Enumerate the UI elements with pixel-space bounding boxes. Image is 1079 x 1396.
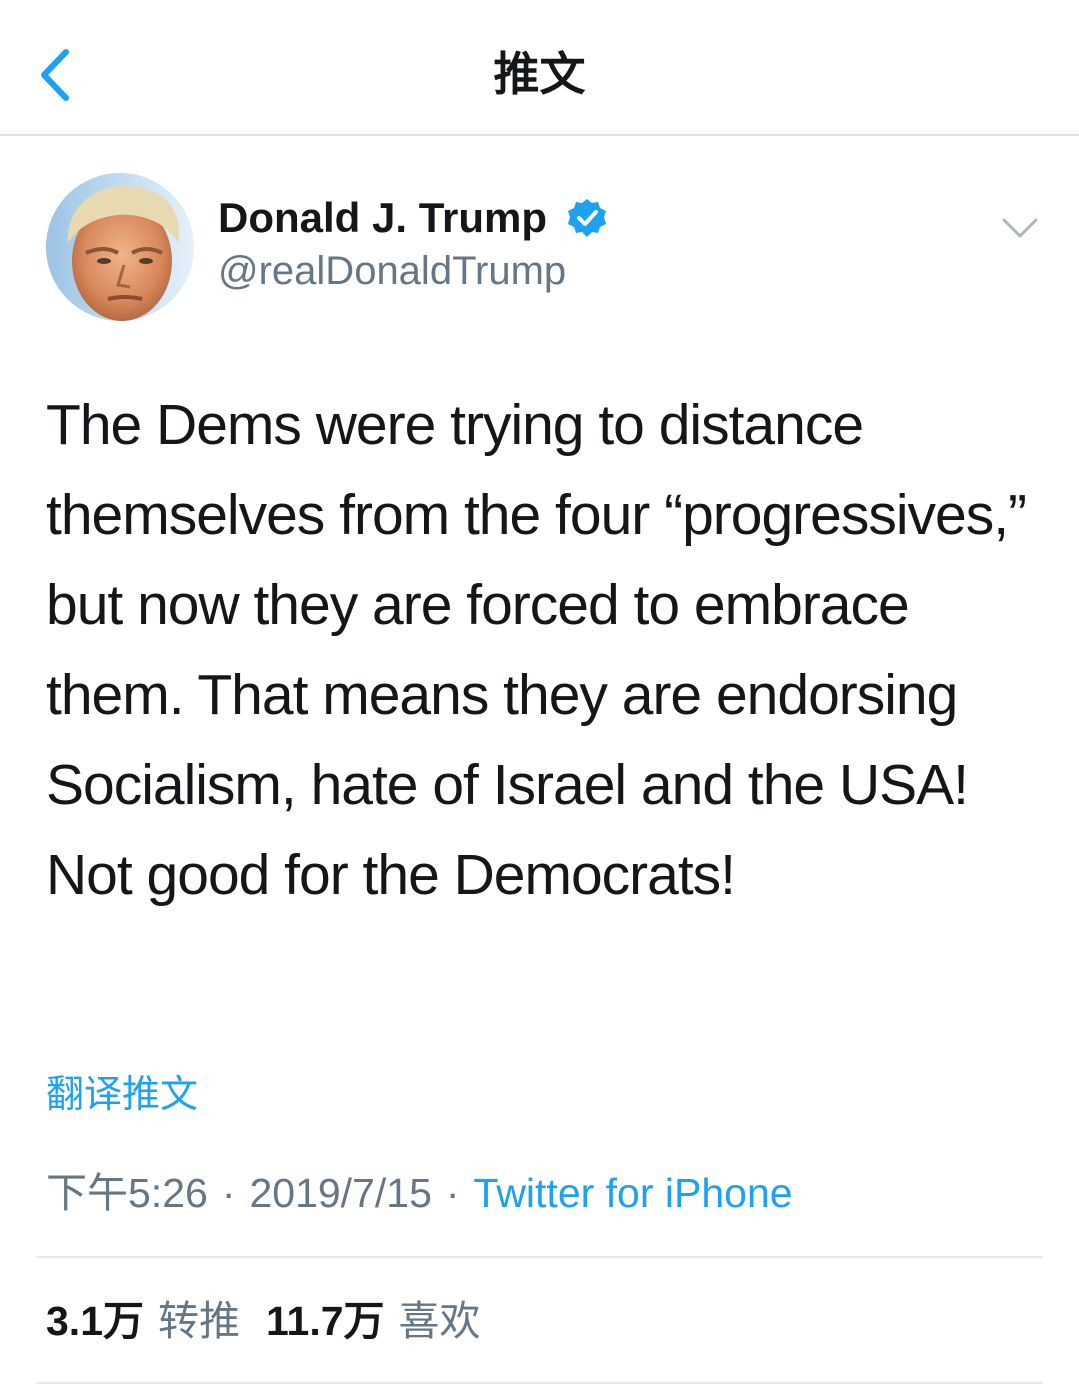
tweet-date: 2019/7/15 xyxy=(249,1170,432,1216)
tweet-time: 下午5:26 xyxy=(46,1170,208,1216)
likes-label: 喜欢 xyxy=(398,1298,481,1344)
translate-tweet-link[interactable]: 翻译推文 xyxy=(46,1068,198,1122)
tweet-text: The Dems were trying to distance themsel… xyxy=(46,393,1027,907)
verified-badge-icon xyxy=(568,199,606,237)
likes-stat[interactable]: 11.7万 喜欢 xyxy=(266,1294,481,1348)
tweet-menu-button[interactable] xyxy=(998,210,1042,244)
tweet-metadata: 下午5:26 · 2019/7/15 · Twitter for iPhone xyxy=(46,1166,793,1220)
author-handle[interactable]: @realDonaldTrump xyxy=(218,245,566,297)
avatar[interactable] xyxy=(46,173,194,321)
profile-photo xyxy=(46,173,194,321)
divider xyxy=(36,1382,1043,1384)
retweets-stat[interactable]: 3.1万 转推 xyxy=(46,1294,240,1348)
separator: · xyxy=(445,1170,460,1216)
chevron-down-icon xyxy=(1002,218,1038,238)
page-title: 推文 xyxy=(493,48,586,100)
author-name[interactable]: Donald J. Trump xyxy=(218,191,547,245)
likes-count: 11.7万 xyxy=(266,1298,385,1344)
top-navigation-bar: 推文 xyxy=(0,0,1079,136)
tweet-source-link[interactable]: Twitter for iPhone xyxy=(474,1170,793,1216)
tweet-stats: 3.1万 转推 11.7万 喜欢 xyxy=(46,1294,481,1348)
separator: · xyxy=(221,1170,236,1216)
divider xyxy=(36,1256,1043,1258)
retweets-label: 转推 xyxy=(158,1298,240,1344)
retweets-count: 3.1万 xyxy=(46,1298,144,1344)
